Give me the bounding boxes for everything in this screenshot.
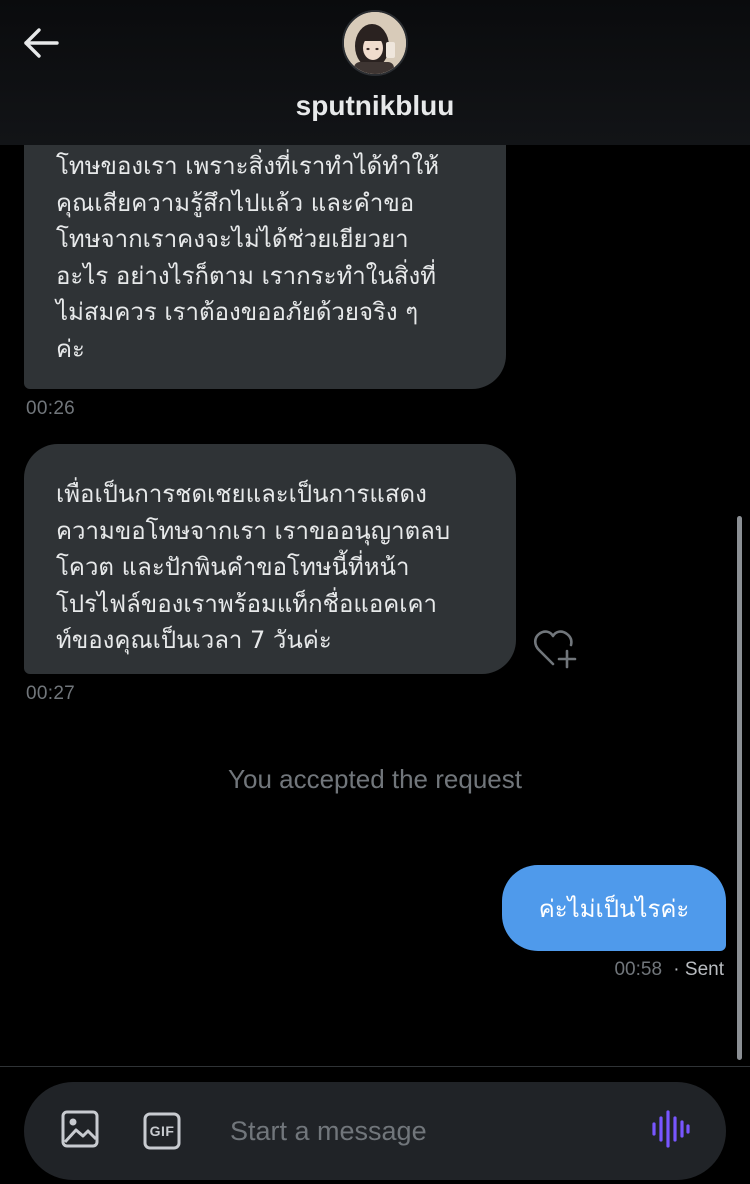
message-timestamp: 00:27 (26, 683, 76, 704)
gif-icon: GIF (143, 1112, 181, 1150)
message-line: คุณเสียความรู้สึกไปแล้ว และคำขอ (56, 188, 415, 217)
voice-message-button[interactable] (648, 1109, 692, 1153)
add-gif-button[interactable]: GIF (140, 1109, 184, 1153)
message-timestamp: 00:58 (614, 959, 663, 980)
voice-message-icon (650, 1109, 690, 1153)
conversation-header: sputnikbluu (0, 0, 750, 145)
message-thread: โทษของเรา เพราะสิ่งที่เราทำได้ทำให้ คุณเ… (0, 0, 750, 1066)
message-line: โทษของเรา เพราะสิ่งที่เราทำได้ทำให้ (56, 152, 440, 180)
message-line: เพื่อเป็นการชดเชยและเป็นการแสดง (56, 480, 427, 508)
message-line: อะไร อย่างไรก็ตาม เรากระทำในสิ่งที่ (56, 261, 437, 290)
message-line: ท์ของคุณเป็นเวลา 7 วันค่ะ (56, 626, 332, 654)
message-composer: GIF (24, 1082, 726, 1180)
composer-divider (0, 1066, 750, 1067)
gif-label: GIF (149, 1123, 175, 1139)
incoming-message-bubble[interactable]: โทษของเรา เพราะสิ่งที่เราทำได้ทำให้ คุณเ… (24, 108, 506, 389)
message-line: ค่ะ (56, 334, 85, 363)
system-message: You accepted the request (228, 764, 522, 794)
add-reaction-heart-icon[interactable] (533, 630, 579, 670)
back-button[interactable] (18, 22, 64, 68)
outgoing-message-bubble[interactable]: ค่ะไม่เป็นไรค่ะ (502, 865, 726, 951)
sent-status-row: 00:58 · Sent (614, 959, 724, 981)
message-timestamp: 00:26 (26, 398, 76, 419)
message-text: ค่ะไม่เป็นไรค่ะ (538, 894, 690, 923)
sent-status: · Sent (673, 959, 724, 980)
message-input[interactable] (230, 1111, 630, 1151)
message-line: โปรไฟล์ของเราพร้อมแท็กชื่อแอคเคา (56, 589, 438, 618)
arrow-left-icon (23, 27, 59, 63)
message-line: โควต และปักพินคำขอโทษนี้ที่หน้า (56, 553, 410, 581)
message-line: ความขอโทษจากเรา เราขออนุญาตลบ (56, 516, 451, 545)
image-icon (60, 1109, 100, 1153)
add-photo-button[interactable] (58, 1109, 102, 1153)
message-line: โทษจากเราคงจะไม่ได้ช่วยเยียวยา (56, 225, 409, 253)
avatar[interactable] (342, 10, 408, 76)
message-line: ไม่สมควร เราต้องขออภัยด้วยจริง ๆ (56, 298, 419, 326)
thread-scrollbar[interactable] (737, 516, 742, 1060)
conversation-username[interactable]: sputnikbluu (0, 90, 750, 122)
incoming-message-bubble[interactable]: เพื่อเป็นการชดเชยและเป็นการแสดง ความขอโท… (24, 444, 516, 674)
